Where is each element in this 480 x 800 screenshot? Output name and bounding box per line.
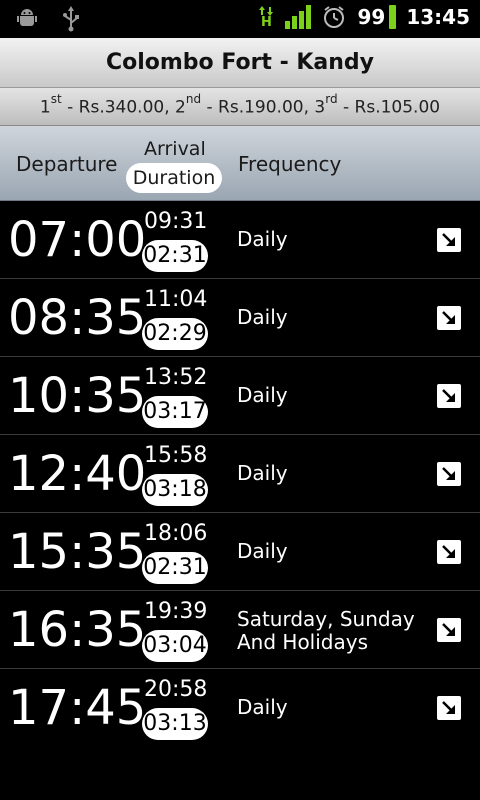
details-arrow-icon[interactable]	[437, 618, 461, 642]
train-row[interactable]: 16:35 19:39 03:04 Saturday, Sunday And H…	[0, 591, 480, 669]
details-arrow-icon[interactable]	[437, 384, 461, 408]
departure-column-header[interactable]: Departure	[16, 152, 117, 176]
departure-time: 07:00	[8, 212, 147, 268]
usb-icon	[58, 6, 84, 32]
network-type-label: H	[261, 14, 272, 30]
duration-badge: 02:31	[142, 552, 208, 584]
battery-level: 99	[357, 5, 386, 29]
duration-badge: 03:13	[142, 708, 208, 740]
alarm-clock-icon	[321, 4, 347, 30]
frequency-label: Daily	[237, 461, 288, 485]
status-bar: H 99 13:45	[0, 0, 480, 38]
frequency-label: Daily	[237, 383, 288, 407]
duration-badge: 02:31	[142, 240, 208, 272]
arrival-time: 19:39	[144, 599, 208, 624]
duration-badge: 02:29	[142, 318, 208, 350]
train-row[interactable]: 12:40 15:58 03:18 Daily	[0, 435, 480, 513]
frequency-label: Saturday, Sunday And Holidays	[237, 608, 417, 654]
arrival-time: 11:04	[144, 287, 208, 312]
fare-third-class: 3rd - Rs.105.00	[314, 92, 441, 118]
details-arrow-icon[interactable]	[437, 228, 461, 252]
route-title: Colombo Fort - Kandy	[105, 50, 375, 75]
frequency-column-header[interactable]: Frequency	[238, 152, 341, 176]
train-row[interactable]: 15:35 18:06 02:31 Daily	[0, 513, 480, 591]
departure-time: 16:35	[8, 602, 147, 658]
android-debug-icon	[14, 6, 40, 32]
duration-badge: 03:18	[142, 474, 208, 506]
battery-icon	[389, 5, 397, 29]
frequency-line: Saturday, Sunday	[237, 607, 415, 631]
status-time: 13:45	[406, 5, 470, 29]
title-bar: Colombo Fort - Kandy	[0, 38, 480, 88]
duration-badge: 03:17	[142, 396, 208, 428]
arrival-time: 15:58	[144, 443, 208, 468]
details-arrow-icon[interactable]	[437, 306, 461, 330]
frequency-line: And Holidays	[237, 630, 369, 654]
data-activity-icon: H	[257, 4, 275, 30]
departure-time: 08:35	[8, 290, 147, 346]
signal-strength-icon	[285, 4, 312, 30]
details-arrow-icon[interactable]	[437, 696, 461, 720]
fare-bar: 1st - Rs.340.00, 2nd - Rs.190.00, 3rd - …	[0, 88, 480, 126]
duration-badge: 03:04	[142, 630, 208, 662]
train-row[interactable]: 08:35 11:04 02:29 Daily	[0, 279, 480, 357]
departure-time: 10:35	[8, 368, 147, 424]
duration-column-toggle[interactable]: Duration	[126, 163, 222, 193]
train-row[interactable]: 10:35 13:52 03:17 Daily	[0, 357, 480, 435]
arrival-time: 18:06	[144, 521, 208, 546]
departure-time: 12:40	[8, 446, 147, 502]
frequency-label: Daily	[237, 305, 288, 329]
train-list: 07:00 09:31 02:31 Daily 08:35 11:04 02:2…	[0, 201, 480, 747]
details-arrow-icon[interactable]	[437, 540, 461, 564]
train-row[interactable]: 07:00 09:31 02:31 Daily	[0, 201, 480, 279]
column-header: Departure Arrival Duration Frequency	[0, 126, 480, 201]
arrival-time: 09:31	[144, 209, 208, 234]
fare-second-class: 2nd - Rs.190.00,	[175, 92, 315, 118]
arrival-time: 20:58	[144, 677, 208, 702]
frequency-label: Daily	[237, 695, 288, 719]
departure-time: 15:35	[8, 524, 147, 580]
frequency-label: Daily	[237, 227, 288, 251]
fare-first-class: 1st - Rs.340.00,	[39, 92, 176, 118]
departure-time: 17:45	[8, 680, 147, 736]
train-row[interactable]: 17:45 20:58 03:13 Daily	[0, 669, 480, 747]
details-arrow-icon[interactable]	[437, 462, 461, 486]
frequency-label: Daily	[237, 539, 288, 563]
arrival-time: 13:52	[144, 365, 208, 390]
arrival-column-header[interactable]: Arrival	[144, 138, 206, 160]
